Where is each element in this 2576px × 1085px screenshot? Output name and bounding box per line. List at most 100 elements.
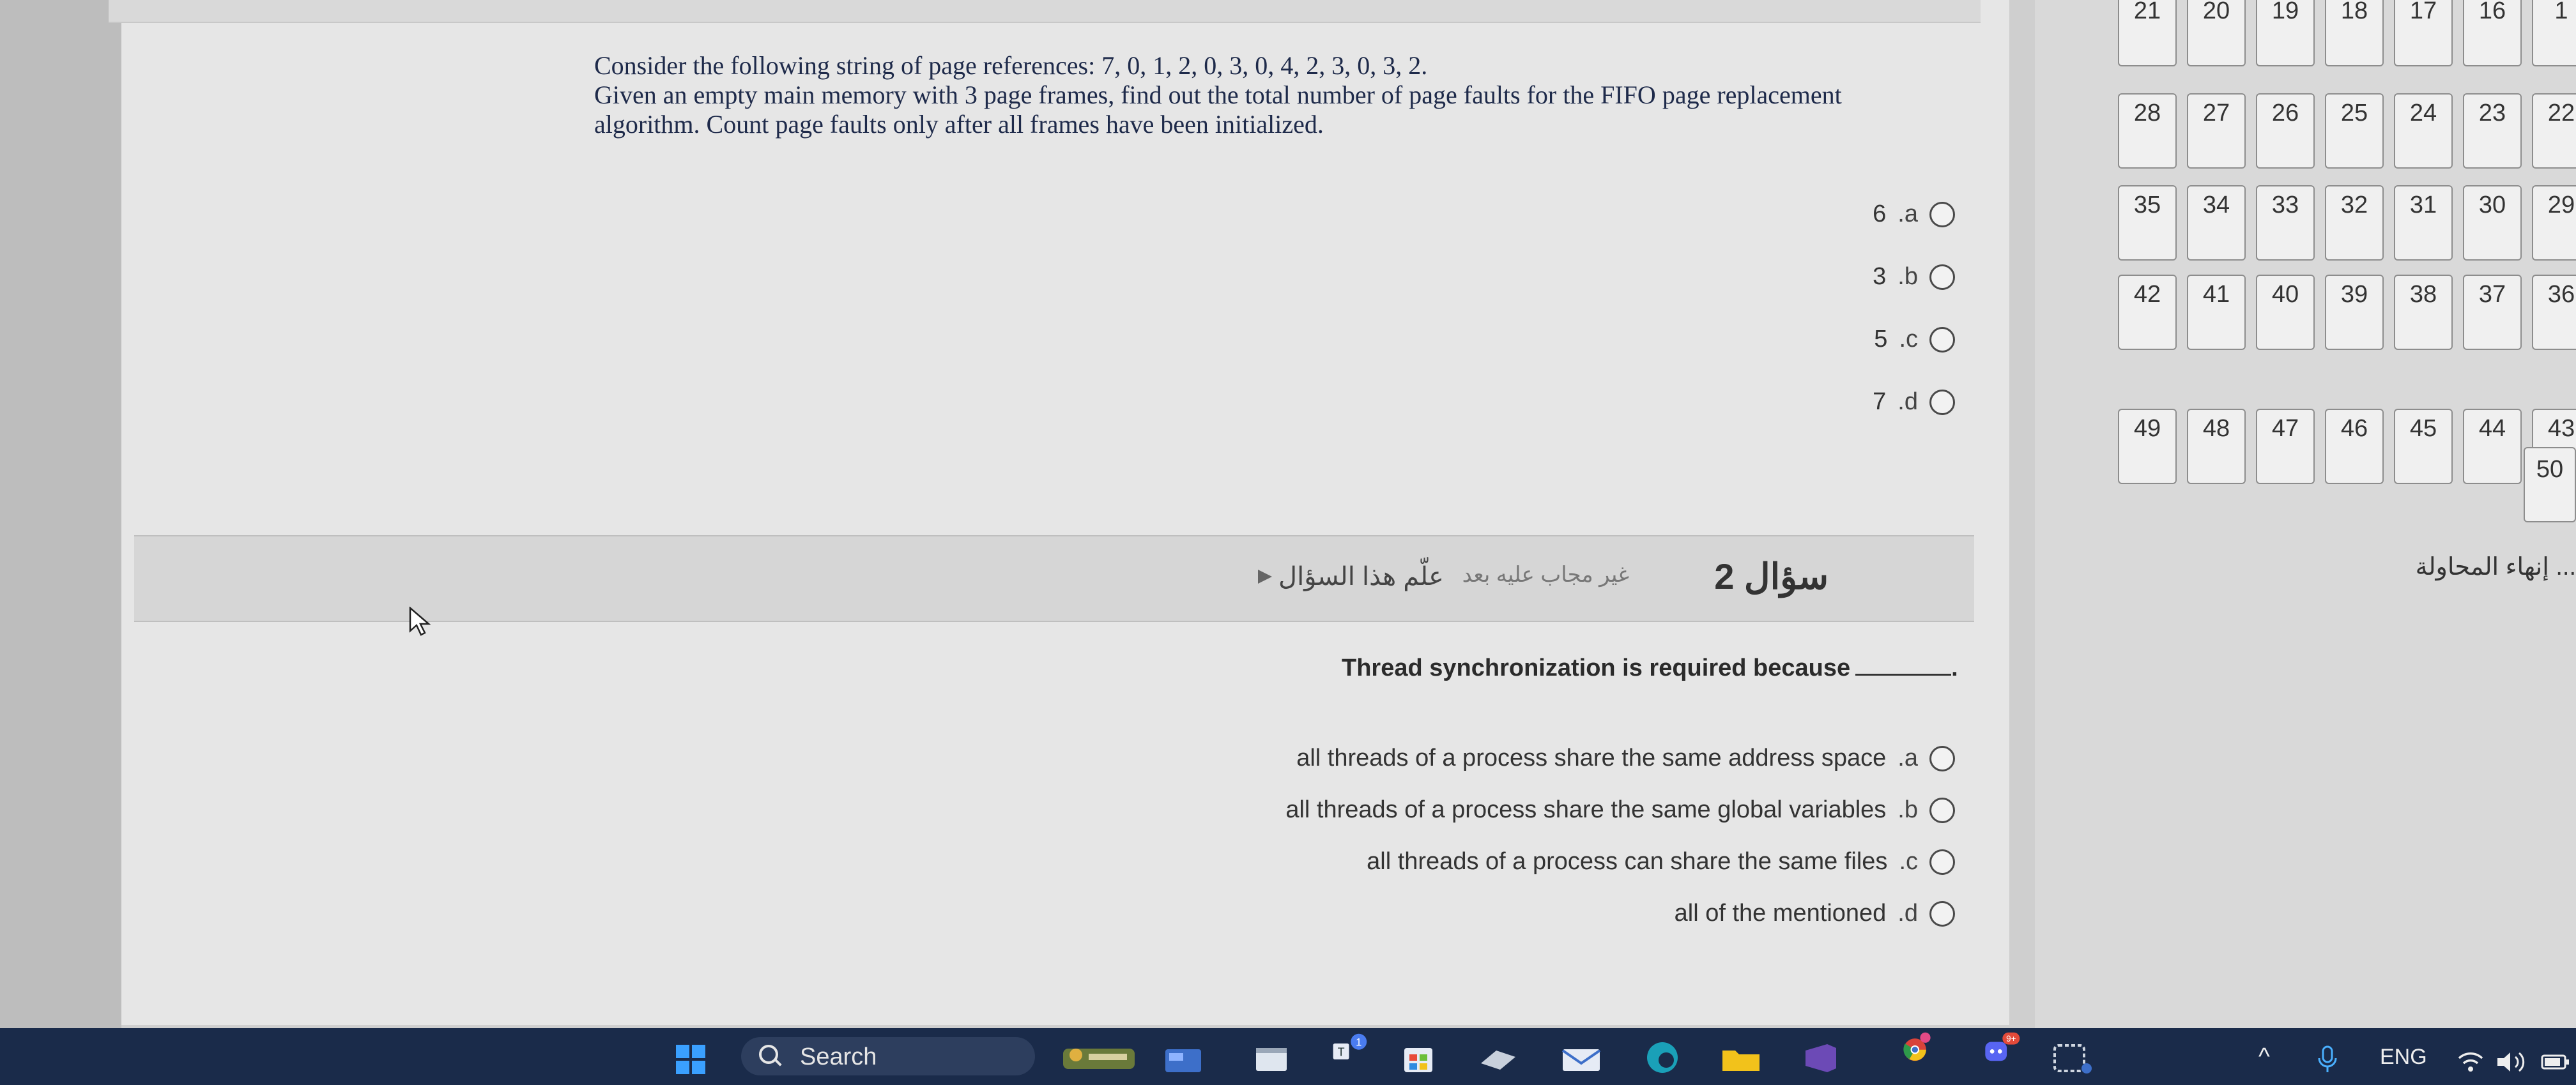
top-strip [109,0,1981,23]
nav-question-button[interactable]: 25 [2325,93,2384,169]
question1-option-b[interactable]: 3 .b [1873,263,1955,291]
option-value: 7 [1873,388,1887,415]
teams-badge: 1 [1356,1036,1361,1048]
discord-app-icon[interactable]: 9+ [1974,1031,2032,1065]
file-explorer-app-icon[interactable] [1163,1042,1204,1077]
nav-question-button[interactable]: 46 [2325,409,2384,484]
nav-question-button[interactable]: 37 [2463,275,2522,350]
microphone-icon[interactable] [2316,1042,2339,1077]
windows-start-icon[interactable] [676,1042,705,1077]
notification-badge: 9+ [2006,1034,2016,1043]
nav-question-button[interactable]: 33 [2256,185,2315,261]
option-letter: .d [1897,900,1918,927]
flag-icon[interactable] [1258,570,1273,584]
mail-app-icon[interactable] [1559,1042,1604,1077]
option-letter: .a [1897,201,1918,227]
option-letter: .b [1897,263,1918,290]
battery-icon[interactable] [2540,1045,2572,1079]
nav-question-button[interactable]: 20 [2187,0,2246,66]
question2-status: غير مجاب عليه بعد [1462,563,1629,587]
nav-question-button[interactable]: 21 [2118,0,2177,66]
svg-text:T: T [1338,1045,1345,1058]
nav-question-button[interactable]: 23 [2463,93,2522,169]
nav-question-button[interactable]: 22 [2532,93,2576,169]
nav-question-button[interactable]: 1 [2532,0,2576,66]
radio-button[interactable] [1929,326,1955,353]
option-text: all of the mentioned [1674,900,1887,927]
mouse-cursor-icon [409,607,431,636]
nav-question-button[interactable]: 45 [2394,409,2453,484]
answer-blank [1855,674,1952,676]
taskbar-search[interactable]: Search [741,1037,1035,1075]
wifi-icon[interactable] [2457,1045,2485,1079]
nav-question-button[interactable]: 27 [2187,93,2246,169]
question1-option-d[interactable]: 7 .d [1873,388,1955,416]
radio-button[interactable] [1929,264,1955,290]
radio-button[interactable] [1929,900,1955,927]
drive-app-icon[interactable] [1476,1042,1521,1077]
nav-question-button[interactable]: 34 [2187,185,2246,261]
flag-question-link[interactable]: علّم هذا السؤال [1258,562,1444,591]
search-label: Search [800,1043,877,1070]
chevron-up-icon[interactable]: ^ [2258,1043,2270,1071]
option-letter: .a [1897,745,1918,771]
nav-question-button[interactable]: 48 [2187,409,2246,484]
question1-text: Consider the following string of page re… [594,51,2000,139]
snipping-tool-icon[interactable] [2051,1041,2096,1075]
store-app-icon[interactable] [1399,1042,1438,1077]
quiz-navigation: 21 20 19 18 17 16 1 28 27 26 25 24 23 22… [2035,0,2576,1028]
question2-option-b[interactable]: all threads of a process share the same … [1285,796,1955,824]
language-indicator[interactable]: ENG [2380,1045,2427,1070]
nav-question-button[interactable]: 47 [2256,409,2315,484]
visual-studio-app-icon[interactable] [1802,1041,1840,1075]
question1-line: Given an empty main memory with 3 page f… [594,80,1842,109]
nav-question-button[interactable]: 35 [2118,185,2177,261]
question1-line: algorithm. Count page faults only after … [594,110,1324,139]
radio-button[interactable] [1929,849,1955,875]
nav-question-button[interactable]: 26 [2256,93,2315,169]
edge-browser-icon[interactable] [1642,1040,1683,1074]
question2-option-c[interactable]: all threads of a process can share the s… [1367,848,1955,876]
nav-question-button[interactable]: 18 [2325,0,2384,66]
nav-question-button[interactable]: 41 [2187,275,2246,350]
window-app-icon[interactable] [1252,1042,1291,1077]
flag-label[interactable]: علّم هذا السؤال [1278,562,1444,591]
nav-question-button[interactable]: 44 [2463,409,2522,484]
nav-question-button[interactable]: 24 [2394,93,2453,169]
question2-option-d[interactable]: all of the mentioned .d [1675,900,1955,927]
question2-prompt: Thread synchronization is required becau… [1342,655,1851,681]
nav-question-button[interactable]: 28 [2118,93,2177,169]
nav-question-button[interactable]: 39 [2325,275,2384,350]
question1-option-c[interactable]: 5 .c [1874,326,1955,353]
nav-question-button[interactable]: 17 [2394,0,2453,66]
question1-options: 6 .a 3 .b 5 .c 7 .d [1725,192,1955,447]
nav-question-button[interactable]: 29 [2532,185,2576,261]
nav-question-button[interactable]: 38 [2394,275,2453,350]
nav-question-button[interactable]: 42 [2118,275,2177,350]
radio-button[interactable] [1929,389,1955,415]
radio-button[interactable] [1929,745,1955,771]
teams-app-icon[interactable]: T 1 [1322,1032,1380,1066]
nav-question-button[interactable]: 49 [2118,409,2177,484]
folder-app-icon[interactable] [1719,1042,1763,1077]
windows-taskbar: Search T 1 9+ ^ ENG [0,1028,2576,1085]
nav-question-button[interactable]: 16 [2463,0,2522,66]
chrome-browser-icon[interactable] [1891,1031,1942,1065]
finish-attempt-link[interactable]: إنهاء المحاولة ... [2416,552,2576,581]
nav-question-button[interactable]: 30 [2463,185,2522,261]
radio-button[interactable] [1929,797,1955,823]
option-value: 3 [1873,263,1887,290]
question1-option-a[interactable]: 6 .a [1873,201,1955,228]
radio-button[interactable] [1929,201,1955,227]
nav-question-button[interactable]: 31 [2394,185,2453,261]
nav-question-button[interactable]: 19 [2256,0,2315,66]
nav-question-button[interactable]: 50 [2524,447,2576,522]
speaker-icon[interactable] [2495,1045,2531,1079]
left-gutter [0,0,121,1028]
question2-option-a[interactable]: all threads of a process share the same … [1296,745,1955,772]
nav-question-button[interactable]: 32 [2325,185,2384,261]
question2-title: سؤال 2 [1714,556,1828,596]
nav-question-button[interactable]: 36 [2532,275,2576,350]
nav-question-button[interactable]: 40 [2256,275,2315,350]
widgets-icon[interactable] [1061,1041,1137,1075]
